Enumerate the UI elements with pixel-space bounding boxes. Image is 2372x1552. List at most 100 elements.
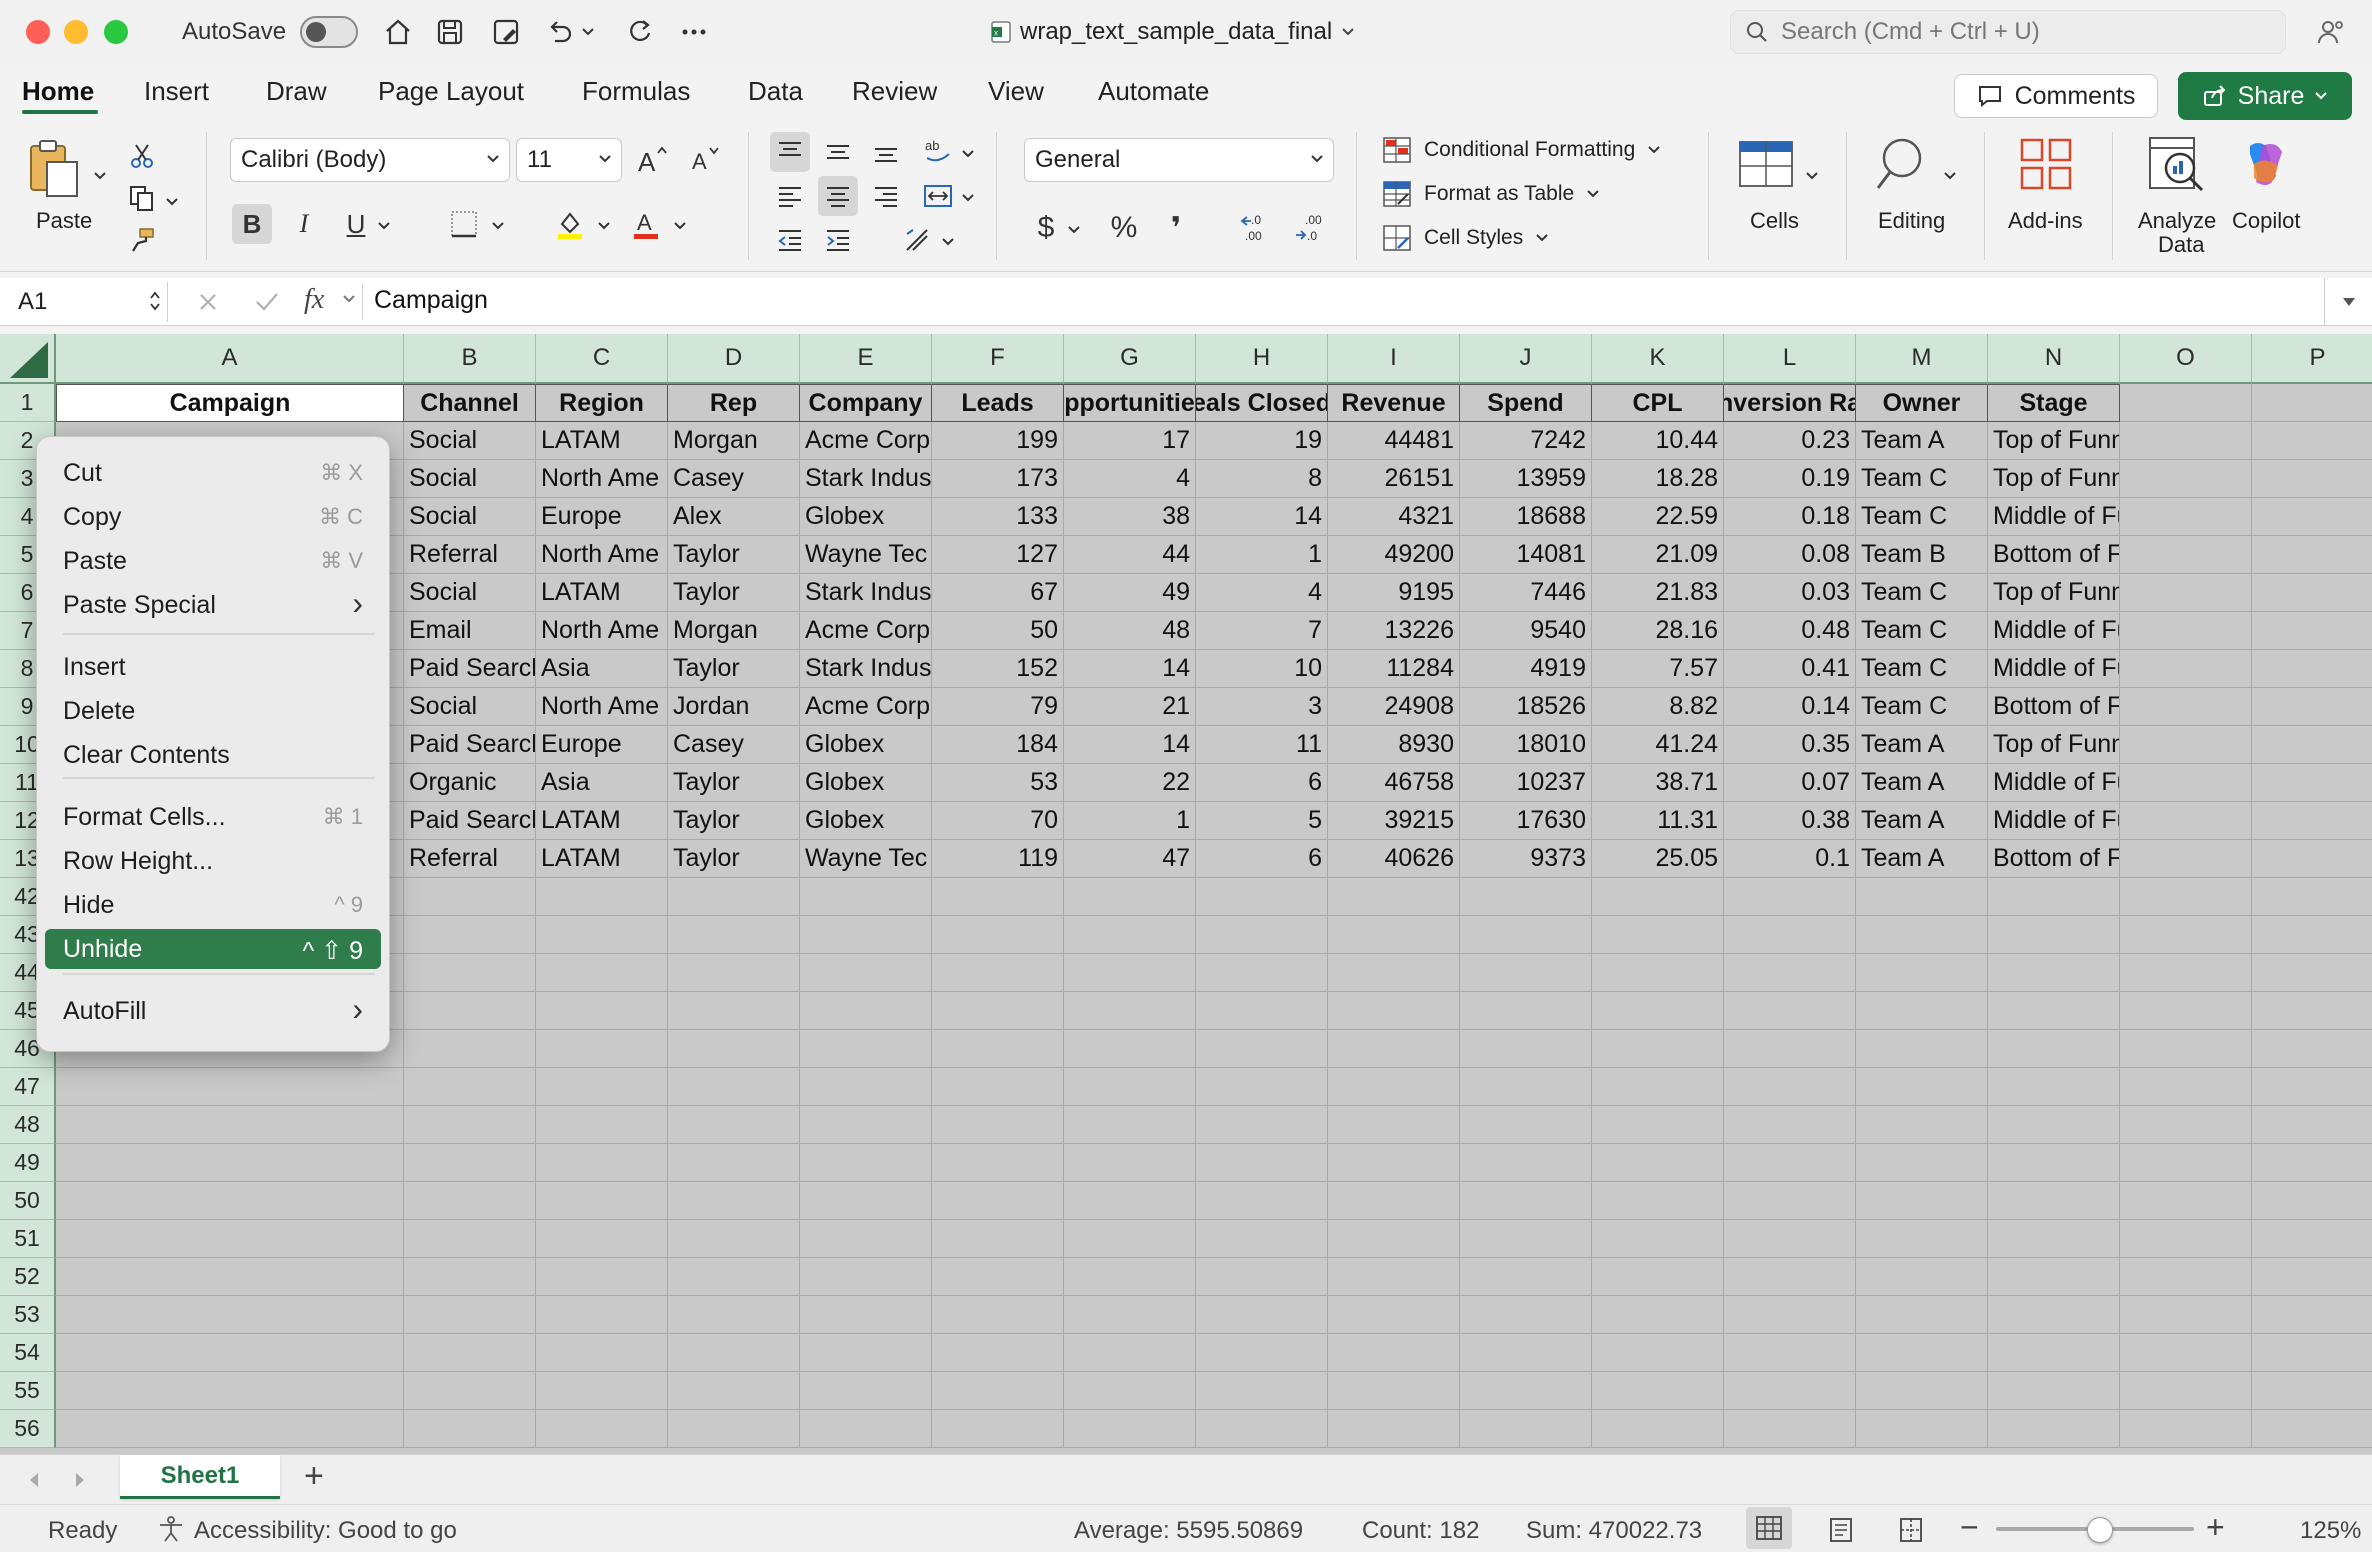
empty-cell[interactable]: [1064, 992, 1196, 1030]
header-cell[interactable]: Spend: [1460, 384, 1592, 422]
empty-cell[interactable]: [1064, 1030, 1196, 1068]
column-header[interactable]: N: [1988, 334, 2120, 384]
empty-cell[interactable]: [668, 1372, 800, 1410]
empty-cell[interactable]: [2252, 1106, 2372, 1144]
empty-cell[interactable]: [800, 1182, 932, 1220]
empty-cell[interactable]: [1064, 1068, 1196, 1106]
table-cell[interactable]: 184: [932, 726, 1064, 764]
zoom-in-button[interactable]: +: [2206, 1509, 2225, 1546]
more-icon[interactable]: [674, 12, 714, 52]
empty-cell[interactable]: [1196, 1106, 1328, 1144]
row-header[interactable]: 1: [0, 384, 56, 422]
menu-item-row-height[interactable]: Row Height...: [45, 841, 381, 881]
table-cell[interactable]: 6: [1196, 764, 1328, 802]
empty-cell[interactable]: [1196, 1258, 1328, 1296]
empty-cell[interactable]: [1460, 1334, 1592, 1372]
table-cell[interactable]: 28.16: [1592, 612, 1724, 650]
tab-review[interactable]: Review: [852, 76, 937, 107]
empty-cell[interactable]: [1592, 1410, 1724, 1448]
empty-cell[interactable]: [932, 878, 1064, 916]
table-cell[interactable]: 0.03: [1724, 574, 1856, 612]
empty-cell[interactable]: [1856, 1296, 1988, 1334]
share-button[interactable]: Share: [2178, 72, 2352, 120]
empty-cell[interactable]: [404, 992, 536, 1030]
column-header[interactable]: G: [1064, 334, 1196, 384]
table-cell[interactable]: 7446: [1460, 574, 1592, 612]
orientation-dropdown-icon[interactable]: [958, 134, 978, 174]
align-bottom-icon[interactable]: [866, 132, 906, 172]
align-left-icon[interactable]: [770, 176, 810, 216]
empty-cell[interactable]: [56, 1258, 404, 1296]
empty-cell[interactable]: [1328, 1410, 1460, 1448]
search-box[interactable]: Search (Cmd + Ctrl + U): [1730, 10, 2286, 54]
empty-cell[interactable]: [1724, 1296, 1856, 1334]
empty-cell[interactable]: [536, 992, 668, 1030]
empty-cell[interactable]: [2252, 460, 2372, 498]
empty-cell[interactable]: [2120, 1068, 2252, 1106]
undo-dropdown-icon[interactable]: [578, 12, 598, 52]
row-header[interactable]: 51: [0, 1220, 56, 1258]
table-cell[interactable]: 199: [932, 422, 1064, 460]
empty-cell[interactable]: [668, 1182, 800, 1220]
empty-cell[interactable]: [1592, 1182, 1724, 1220]
column-header[interactable]: C: [536, 334, 668, 384]
empty-cell[interactable]: [1724, 1410, 1856, 1448]
empty-cell[interactable]: [932, 954, 1064, 992]
empty-cell[interactable]: [2120, 1372, 2252, 1410]
empty-cell[interactable]: [404, 1372, 536, 1410]
insert-function-button[interactable]: fx: [304, 284, 324, 316]
empty-cell[interactable]: [1064, 1296, 1196, 1334]
table-cell[interactable]: Globex: [800, 726, 932, 764]
paste-icon[interactable]: [24, 136, 84, 200]
empty-cell[interactable]: [1460, 1220, 1592, 1258]
font-color-dropdown-icon[interactable]: [670, 206, 690, 246]
save-as-icon[interactable]: [486, 12, 526, 52]
empty-cell[interactable]: [1988, 1030, 2120, 1068]
empty-cell[interactable]: [1856, 1106, 1988, 1144]
table-cell[interactable]: Casey: [668, 726, 800, 764]
table-cell[interactable]: Taylor: [668, 802, 800, 840]
table-cell[interactable]: 44481: [1328, 422, 1460, 460]
table-cell[interactable]: Team A: [1856, 764, 1988, 802]
decrease-font-size-icon[interactable]: A: [684, 140, 724, 180]
table-cell[interactable]: 17630: [1460, 802, 1592, 840]
empty-cell[interactable]: [1856, 1220, 1988, 1258]
empty-cell[interactable]: [2252, 574, 2372, 612]
empty-cell[interactable]: [1592, 1068, 1724, 1106]
header-cell[interactable]: Leads: [932, 384, 1064, 422]
empty-cell[interactable]: [1724, 992, 1856, 1030]
empty-cell[interactable]: [668, 1220, 800, 1258]
table-cell[interactable]: 49200: [1328, 536, 1460, 574]
empty-cell[interactable]: [2252, 764, 2372, 802]
table-cell[interactable]: 14: [1064, 726, 1196, 764]
table-cell[interactable]: 22: [1064, 764, 1196, 802]
table-cell[interactable]: 152: [932, 650, 1064, 688]
empty-cell[interactable]: [1592, 1106, 1724, 1144]
table-cell[interactable]: Taylor: [668, 650, 800, 688]
align-middle-icon[interactable]: [818, 132, 858, 172]
table-cell[interactable]: Alex: [668, 498, 800, 536]
empty-cell[interactable]: [2252, 840, 2372, 878]
empty-cell[interactable]: [1328, 878, 1460, 916]
empty-cell[interactable]: [800, 992, 932, 1030]
empty-cell[interactable]: [1592, 1030, 1724, 1068]
empty-cell[interactable]: [2120, 764, 2252, 802]
empty-cell[interactable]: [1988, 1068, 2120, 1106]
menu-item-insert[interactable]: Insert: [45, 647, 381, 687]
empty-cell[interactable]: [668, 1258, 800, 1296]
column-header[interactable]: B: [404, 334, 536, 384]
empty-cell[interactable]: [56, 1410, 404, 1448]
increase-decimal-icon[interactable]: .0.00: [1236, 208, 1276, 248]
empty-cell[interactable]: [1988, 1258, 2120, 1296]
empty-cell[interactable]: [1328, 1182, 1460, 1220]
table-cell[interactable]: 133: [932, 498, 1064, 536]
empty-cell[interactable]: [1064, 878, 1196, 916]
tab-view[interactable]: View: [988, 76, 1044, 107]
table-cell[interactable]: 18.28: [1592, 460, 1724, 498]
empty-cell[interactable]: [2252, 992, 2372, 1030]
account-icon[interactable]: [2310, 12, 2350, 52]
empty-cell[interactable]: [932, 1030, 1064, 1068]
align-center-icon[interactable]: [818, 176, 858, 216]
empty-cell[interactable]: [1856, 992, 1988, 1030]
empty-cell[interactable]: [932, 1296, 1064, 1334]
